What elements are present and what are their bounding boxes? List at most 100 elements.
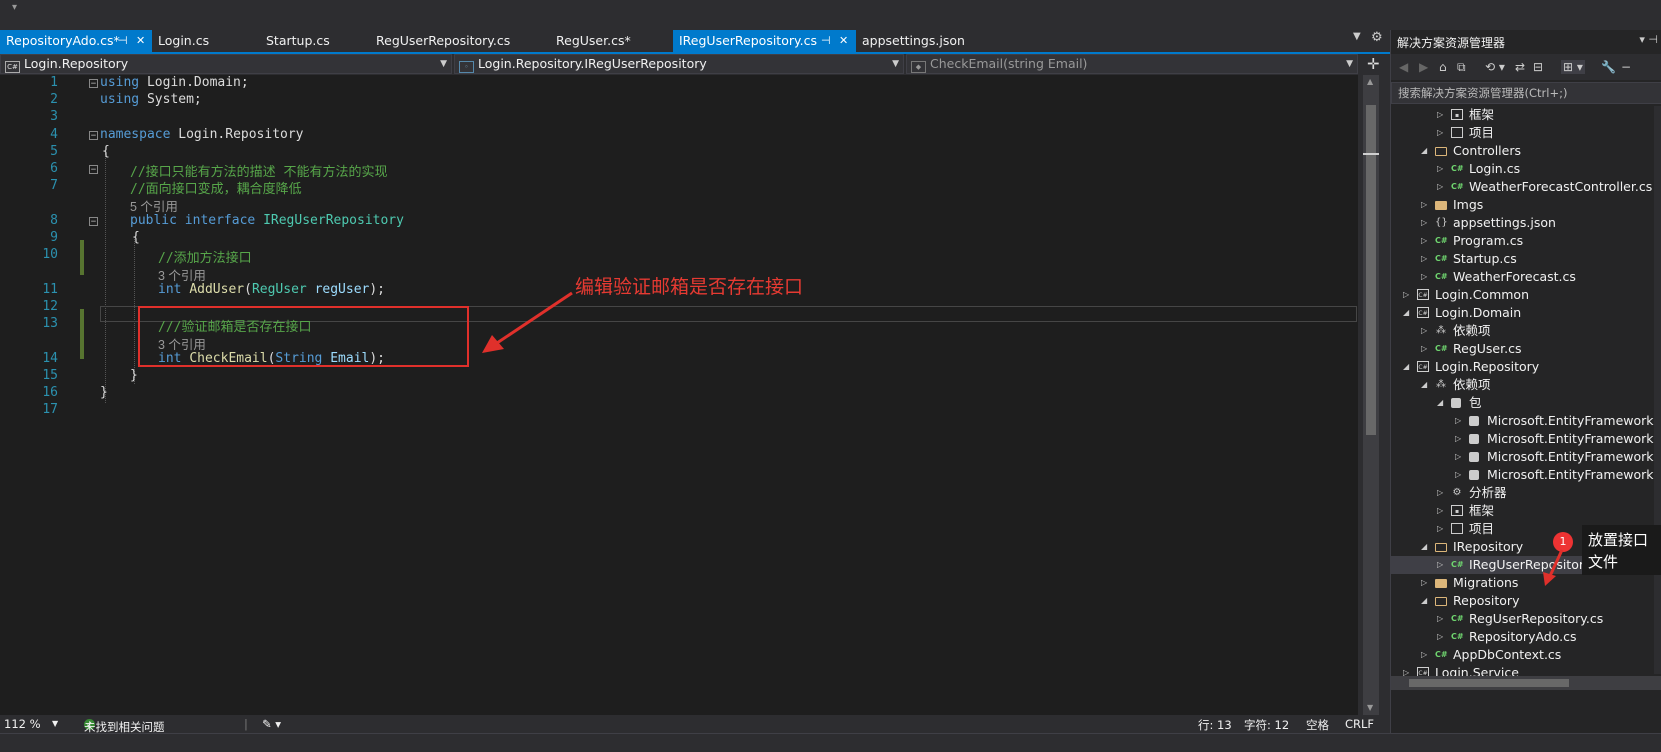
tree-item[interactable]: ▷ 项目 <box>1391 124 1661 142</box>
collapsed-arrow-icon[interactable]: ▷ <box>1421 574 1427 592</box>
collapse-all-icon[interactable]: ⊟ <box>1533 60 1543 74</box>
close-icon[interactable]: ✕ <box>839 30 848 52</box>
tree-item[interactable]: ▷ Imgs <box>1391 196 1661 214</box>
expanded-arrow-icon[interactable]: ◢ <box>1421 142 1427 160</box>
history-icon[interactable]: ⟲ ▾ <box>1485 60 1505 74</box>
line-ending-indicator[interactable]: CRLF <box>1345 717 1374 731</box>
tree-item[interactable]: ▷ C# Startup.cs <box>1391 250 1661 268</box>
tree-item[interactable]: ◢ ⁂ 依赖项 <box>1391 376 1661 394</box>
tree-item[interactable]: ▷ ⚙ 分析器 <box>1391 484 1661 502</box>
tree-item[interactable]: ▷ Microsoft.EntityFrameworkC <box>1391 466 1661 484</box>
tab-ireguserrepository[interactable]: IRegUserRepository.cs ⊣ ✕ <box>673 30 856 52</box>
tab-appsettings[interactable]: appsettings.json <box>856 30 986 52</box>
tree-item[interactable]: ◢ C# Login.Domain <box>1391 304 1661 322</box>
tree-item[interactable]: ▷ Migrations <box>1391 574 1661 592</box>
tab-reguserrepository[interactable]: RegUserRepository.cs <box>370 30 540 52</box>
tree-vertical-scrollbar[interactable] <box>1654 106 1661 674</box>
tree-item[interactable]: ◢ 包 <box>1391 394 1661 412</box>
home-icon[interactable]: ⌂ <box>1439 60 1447 74</box>
collapsed-arrow-icon[interactable]: ▷ <box>1437 628 1443 646</box>
tree-item[interactable]: ◢ Repository <box>1391 592 1661 610</box>
switch-views-icon[interactable]: ⧉ <box>1457 60 1466 75</box>
back-icon[interactable]: ◀ <box>1399 60 1408 74</box>
collapsed-arrow-icon[interactable]: ▷ <box>1421 322 1427 340</box>
gear-icon[interactable]: ⚙ <box>1371 30 1383 45</box>
overflow-icon[interactable]: ▾ <box>12 2 17 13</box>
tree-item[interactable]: ▷ C# Program.cs <box>1391 232 1661 250</box>
collapsed-arrow-icon[interactable]: ▷ <box>1437 178 1443 196</box>
tree-item[interactable]: ▷ C# RegUser.cs <box>1391 340 1661 358</box>
whitespace-indicator[interactable]: 空格 <box>1306 717 1329 733</box>
collapsed-arrow-icon[interactable]: ▷ <box>1437 556 1443 574</box>
scroll-thumb[interactable] <box>1409 679 1569 687</box>
type-dropdown[interactable]: ◦ Login.Repository.IRegUserRepository ▼ <box>454 54 904 74</box>
pin-icon[interactable]: ⊣ <box>821 30 831 52</box>
tree-item[interactable]: ▷ C# WeatherForecast.cs <box>1391 268 1661 286</box>
tree-item[interactable]: ▷ {} appsettings.json <box>1391 214 1661 232</box>
forward-icon[interactable]: ▶ <box>1419 60 1428 74</box>
tab-repositoryado[interactable]: RepositoryAdo.cs* ⊣ ✕ <box>0 30 152 52</box>
collapsed-arrow-icon[interactable]: ▷ <box>1421 646 1427 664</box>
solution-search-input[interactable]: 搜索解决方案资源管理器(Ctrl+;) <box>1391 82 1661 104</box>
collapsed-arrow-icon[interactable]: ▷ <box>1421 340 1427 358</box>
tree-item[interactable]: ▷ C# WeatherForecastController.cs <box>1391 178 1661 196</box>
expanded-arrow-icon[interactable]: ◢ <box>1403 304 1409 322</box>
split-window-icon[interactable]: ✛ <box>1367 55 1380 73</box>
collapse-icon[interactable]: − <box>89 217 98 227</box>
brush-icon[interactable]: ✎ ▾ <box>262 717 281 731</box>
tree-item[interactable]: ▷ C# Login.Common <box>1391 286 1661 304</box>
collapsed-arrow-icon[interactable]: ▷ <box>1421 250 1427 268</box>
collapsed-arrow-icon[interactable]: ▷ <box>1455 466 1461 484</box>
tree-item[interactable]: ▷ ▪ 框架 <box>1391 106 1661 124</box>
collapsed-arrow-icon[interactable]: ▷ <box>1437 610 1443 628</box>
properties-icon[interactable]: 🔧 <box>1601 60 1616 74</box>
scroll-down-icon[interactable]: ▼ <box>1367 703 1373 712</box>
collapsed-arrow-icon[interactable]: ▷ <box>1437 160 1443 178</box>
expanded-arrow-icon[interactable]: ◢ <box>1437 394 1443 412</box>
tree-item[interactable]: ▷ C# Login.cs <box>1391 160 1661 178</box>
tree-item[interactable]: ▷ ▪ 框架 <box>1391 502 1661 520</box>
editor-vertical-scrollbar[interactable]: ▲ ▼ <box>1363 75 1379 715</box>
tree-item[interactable]: ▷ Microsoft.EntityFrameworkC <box>1391 430 1661 448</box>
collapsed-arrow-icon[interactable]: ▷ <box>1437 502 1443 520</box>
show-all-files-icon[interactable]: ⊞ ▾ <box>1561 60 1585 74</box>
project-dropdown[interactable]: C# Login.Repository ▼ <box>0 54 452 74</box>
tab-startup[interactable]: Startup.cs <box>260 30 360 52</box>
collapse-icon[interactable]: − <box>89 79 98 89</box>
collapsed-arrow-icon[interactable]: ▷ <box>1437 484 1443 502</box>
close-icon[interactable]: ✕ <box>136 30 145 52</box>
expanded-arrow-icon[interactable]: ◢ <box>1421 538 1427 556</box>
expanded-arrow-icon[interactable]: ◢ <box>1421 592 1427 610</box>
zoom-level[interactable]: 112 % <box>4 717 41 731</box>
scroll-up-icon[interactable]: ▲ <box>1367 77 1373 86</box>
collapsed-arrow-icon[interactable]: ▷ <box>1421 268 1427 286</box>
tree-horizontal-scrollbar[interactable] <box>1391 676 1661 690</box>
tree-item[interactable]: ◢ C# Login.Repository <box>1391 358 1661 376</box>
expanded-arrow-icon[interactable]: ◢ <box>1403 358 1409 376</box>
collapsed-arrow-icon[interactable]: ▷ <box>1437 520 1443 538</box>
tab-login[interactable]: Login.cs <box>152 30 242 52</box>
tree-item[interactable]: ▷ C# AppDbContext.cs <box>1391 646 1661 664</box>
chevron-down-icon[interactable]: ▼ <box>52 719 58 728</box>
tree-item[interactable]: ▷ C# RepositoryAdo.cs <box>1391 628 1661 646</box>
tree-item[interactable]: ▷ Microsoft.EntityFrameworkC <box>1391 412 1661 430</box>
collapsed-arrow-icon[interactable]: ▷ <box>1455 412 1461 430</box>
panel-window-controls[interactable]: ▾ ⊣ <box>1639 33 1658 46</box>
tree-item[interactable]: ▷ Microsoft.EntityFrameworkC <box>1391 448 1661 466</box>
collapsed-arrow-icon[interactable]: ▷ <box>1455 430 1461 448</box>
collapse-icon[interactable]: − <box>89 165 98 175</box>
sync-icon[interactable]: ⇄ <box>1515 60 1525 74</box>
collapsed-arrow-icon[interactable]: ▷ <box>1421 232 1427 250</box>
tab-reguser[interactable]: RegUser.cs* <box>550 30 650 52</box>
collapsed-arrow-icon[interactable]: ▷ <box>1437 106 1443 124</box>
preview-icon[interactable]: − <box>1621 60 1631 74</box>
collapsed-arrow-icon[interactable]: ▷ <box>1403 286 1409 304</box>
tree-item[interactable]: ◢ Controllers <box>1391 142 1661 160</box>
pin-icon[interactable]: ⊣ <box>118 30 128 52</box>
collapse-icon[interactable]: − <box>89 131 98 141</box>
collapsed-arrow-icon[interactable]: ▷ <box>1421 214 1427 232</box>
code-editor[interactable]: 1 2 3 4 5 6 7 8 9 10 11 12 13 14 15 16 1… <box>0 75 1358 715</box>
collapsed-arrow-icon[interactable]: ▷ <box>1421 196 1427 214</box>
tab-dropdown-icon[interactable]: ▼ <box>1353 31 1361 42</box>
tree-item[interactable]: ▷ C# RegUserRepository.cs <box>1391 610 1661 628</box>
